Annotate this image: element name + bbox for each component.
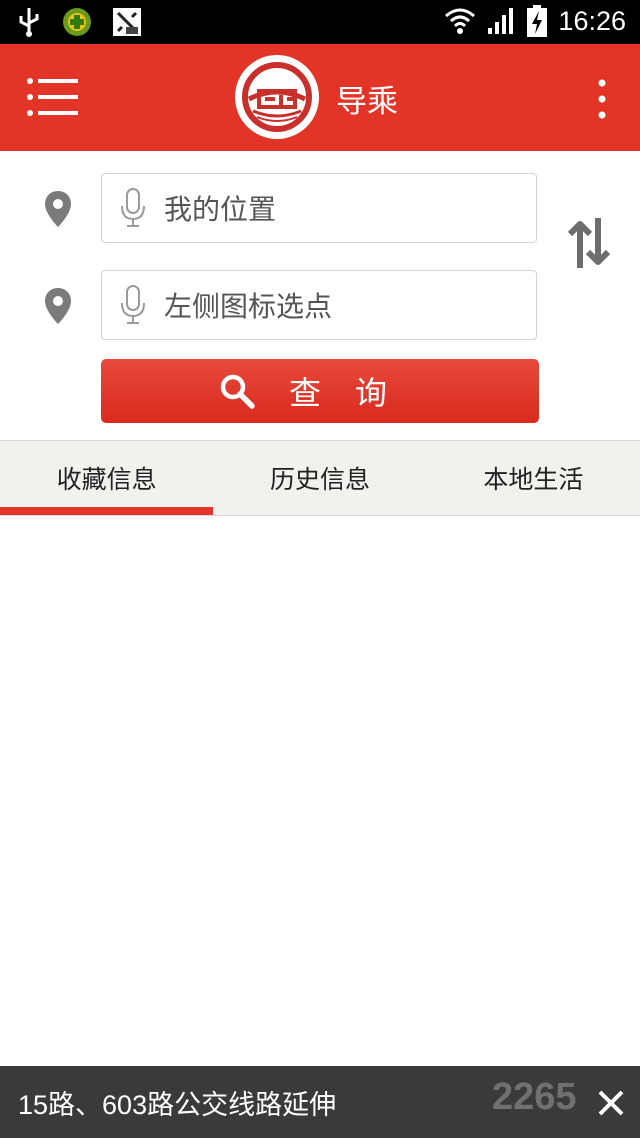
swap-icon[interactable] [566,214,612,272]
search-icon [220,374,255,409]
from-microphone-icon[interactable] [120,188,146,228]
from-input-placeholder: 我的位置 [164,193,277,226]
watermark-text: 2265 [492,1076,577,1118]
app-header: 导乘 [0,44,640,151]
from-location-pin-icon[interactable] [44,190,72,228]
battery-charging-icon [527,5,548,37]
signal-icon [488,8,514,34]
to-location-pin-icon[interactable] [44,287,72,325]
tab-local-life-label: 本地生活 [483,465,584,494]
query-button[interactable]: 查询 [101,359,539,423]
header-title: 导乘 [336,84,398,120]
status-time: 16:26 [558,5,626,36]
tab-history[interactable]: 历史信息 [213,441,426,515]
tab-favorites-label: 收藏信息 [56,465,157,494]
status-bar-left [16,6,142,38]
notice-text: 15路、603路公交线路延伸 [18,1089,337,1120]
status-bar: 16:26 [0,0,640,44]
status-bar-right: 16:26 [444,4,626,38]
to-input-placeholder: 左侧图标选点 [164,290,333,323]
tab-local-life[interactable]: 本地生活 [427,441,640,515]
close-icon[interactable] [596,1088,626,1118]
to-microphone-icon[interactable] [120,285,146,325]
wrench-notification-icon [113,8,141,36]
menu-icon[interactable] [26,77,80,117]
tab-favorites[interactable]: 收藏信息 [0,441,214,515]
transit-logo-icon [235,55,319,139]
tab-history-label: 历史信息 [269,465,370,494]
usb-icon [19,8,39,37]
tab-bar: 收藏信息 历史信息 本地生活 [0,440,640,516]
to-input[interactable]: 左侧图标选点 [101,270,537,340]
more-vertical-icon[interactable] [592,78,612,120]
query-button-label: 查询 [288,374,421,412]
app-notification-icon [63,8,91,36]
wifi-icon [445,8,476,34]
from-input[interactable]: 我的位置 [101,173,537,243]
